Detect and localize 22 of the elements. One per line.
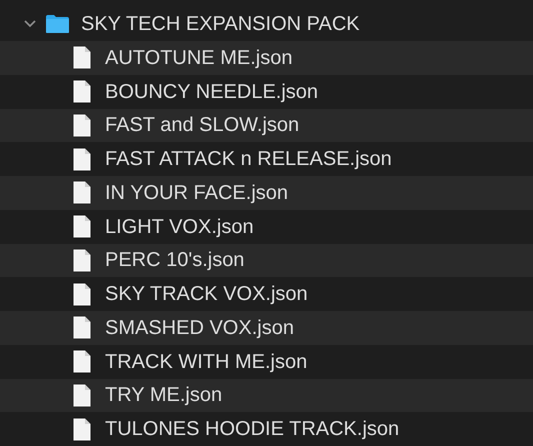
- file-name[interactable]: BOUNCY NEEDLE.json: [105, 76, 318, 107]
- file-icon: [73, 418, 91, 441]
- file-name[interactable]: TULONES HOODIE TRACK.json: [105, 414, 400, 444]
- chevron-icon[interactable]: [24, 20, 36, 28]
- file-icon: [73, 350, 91, 374]
- file-icon: [73, 248, 91, 272]
- file-name[interactable]: TRY ME.json: [105, 380, 222, 410]
- file-icon: [73, 148, 91, 171]
- folder-name: SKY TECH EXPANSION PACK: [81, 12, 360, 36]
- file-icon: [73, 316, 91, 340]
- file-name[interactable]: LIGHT VOX.json: [105, 212, 254, 242]
- file-icon: [73, 215, 91, 238]
- file-icon: [73, 181, 91, 204]
- file-icon: [73, 384, 91, 407]
- file-name[interactable]: FAST ATTACK n RELEASE.json: [105, 144, 392, 174]
- file-icon: [73, 114, 91, 137]
- file-icon: [73, 46, 91, 70]
- folder-icon: [45, 14, 70, 34]
- file-name[interactable]: TRACK WITH ME.json: [105, 346, 308, 377]
- file-icon: [73, 282, 91, 306]
- file-icon: [73, 80, 91, 104]
- file-name[interactable]: SKY TRACK VOX.json: [105, 279, 308, 310]
